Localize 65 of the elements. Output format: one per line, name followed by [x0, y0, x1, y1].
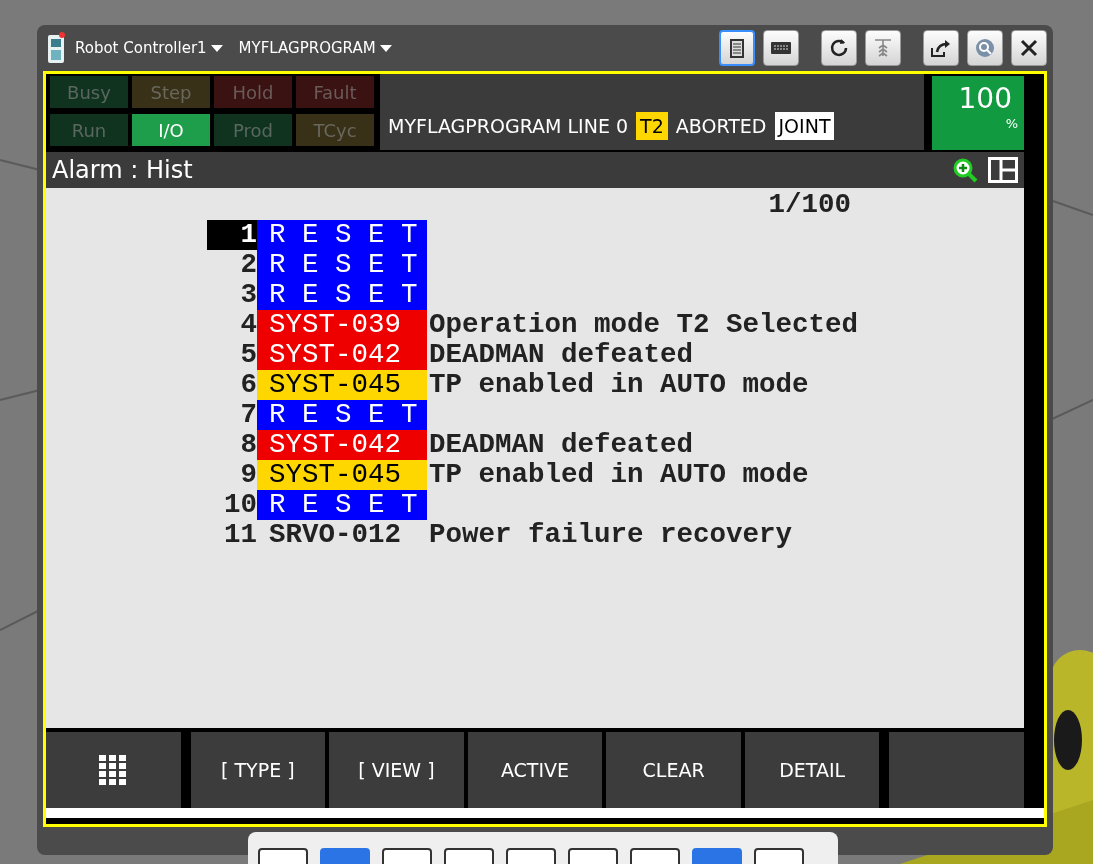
override-value: 100	[958, 84, 1012, 114]
alarm-code: SYST-045	[257, 460, 427, 490]
alarm-message: Operation mode T2 Selected	[428, 310, 859, 340]
help-button[interactable]	[967, 30, 1003, 66]
help-icon	[973, 36, 997, 60]
status-lamp: Busy	[50, 76, 128, 108]
status-lamp: Step	[132, 76, 210, 108]
pendant-button[interactable]	[719, 30, 755, 66]
caret-icon	[379, 44, 392, 52]
status-lamp: Prod	[214, 114, 292, 146]
row-number[interactable]: 10	[207, 490, 257, 520]
row-number[interactable]: 9	[207, 460, 257, 490]
alarm-code: SYST-042	[257, 340, 427, 370]
alarm-message: TP enabled in AUTO mode	[428, 370, 809, 400]
function-key[interactable]: [ VIEW ]	[329, 732, 464, 808]
alarm-code: SRVO-012	[268, 520, 403, 550]
controller-dropdown[interactable]: Robot Controller1	[75, 36, 223, 60]
row-number[interactable]: 3	[207, 280, 257, 310]
status-lamp: I/O	[132, 114, 210, 146]
alarm-code: R E S E T	[257, 400, 427, 430]
alarm-code: R E S E T	[257, 280, 427, 310]
alarm-message: TP enabled in AUTO mode	[428, 460, 809, 490]
caret-icon	[210, 44, 223, 52]
screen-title: Alarm : Hist	[52, 155, 193, 186]
alarm-code: SYST-039	[257, 310, 427, 340]
status-lamp: TCyc	[296, 114, 374, 146]
row-number[interactable]: 1	[207, 220, 257, 250]
program-line-text: MYFLAGPROGRAM LINE 0	[388, 113, 629, 139]
keyboard-button[interactable]	[763, 30, 799, 66]
alarm-code: R E S E T	[257, 490, 427, 520]
alarm-code: R E S E T	[257, 250, 427, 280]
row-number[interactable]: 7	[207, 400, 257, 430]
function-key[interactable]: ACTIVE	[467, 732, 603, 808]
function-key[interactable]: DETAIL	[744, 732, 880, 808]
mode-badge: T2	[636, 111, 668, 140]
page-counter: 1/100	[768, 189, 851, 220]
close-button[interactable]	[1011, 30, 1047, 66]
alarm-message: Power failure recovery	[428, 520, 793, 550]
alarm-code: R E S E T	[257, 220, 427, 250]
function-key[interactable]: CLEAR	[606, 732, 741, 808]
alarm-code: SYST-042	[257, 430, 427, 460]
row-number[interactable]: 2	[207, 250, 257, 280]
override-unit: %	[1005, 115, 1018, 133]
pendant-icon	[45, 31, 67, 65]
status-lamp: Hold	[214, 76, 292, 108]
alarm-code: SYST-045	[257, 370, 427, 400]
program-dropdown[interactable]: MYFLAGPROGRAM	[238, 36, 392, 60]
chevrons-button[interactable]	[865, 30, 901, 66]
row-number[interactable]: 4	[207, 310, 257, 340]
row-number[interactable]: 8	[207, 430, 257, 460]
alarm-message: DEADMAN defeated	[428, 430, 694, 460]
state-text: ABORTED	[675, 113, 767, 139]
status-lamp: Run	[50, 114, 128, 146]
status-lamp: Fault	[296, 76, 374, 108]
row-number[interactable]: 11	[207, 520, 257, 550]
row-number[interactable]: 5	[207, 340, 257, 370]
row-number[interactable]: 6	[207, 370, 257, 400]
split-view-icon[interactable]	[988, 157, 1018, 183]
export-button[interactable]	[923, 30, 959, 66]
coord-badge: JOINT	[774, 111, 835, 140]
alarm-message: DEADMAN defeated	[428, 340, 694, 370]
zoom-in-icon[interactable]	[952, 157, 980, 183]
function-key[interactable]: [ TYPE ]	[190, 732, 326, 808]
refresh-button[interactable]	[821, 30, 857, 66]
menu-button[interactable]	[46, 732, 181, 808]
